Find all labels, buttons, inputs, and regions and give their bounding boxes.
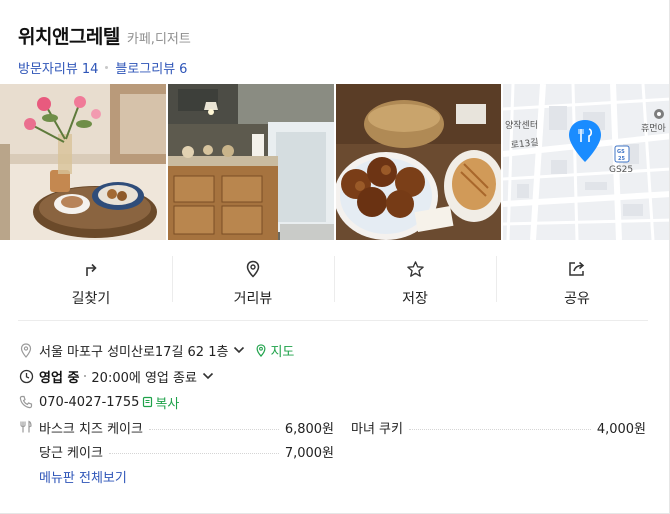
visitor-review-count: 14 xyxy=(81,62,99,77)
address-text[interactable]: 서울 마포구 성미산로17길 62 1층 xyxy=(39,341,228,360)
hours-text[interactable]: 20:00에 영업 종료 xyxy=(91,367,197,386)
share-icon xyxy=(566,258,588,280)
place-info: 서울 마포구 성미산로17길 62 1층 지도 영업 중 20:00에 영업 종… xyxy=(18,337,650,486)
menu-leader xyxy=(148,428,279,430)
map-link[interactable]: 지도 xyxy=(255,341,294,360)
phone-icon xyxy=(18,394,34,410)
chevron-down-icon[interactable] xyxy=(202,372,214,380)
directions-button[interactable]: 길찾기 xyxy=(10,252,172,310)
map-link-label: 지도 xyxy=(270,344,295,360)
chevron-down-icon[interactable] xyxy=(233,346,245,354)
share-button[interactable]: 공유 xyxy=(496,252,658,310)
blog-review-link[interactable]: 블로그리뷰 6 xyxy=(115,58,187,77)
map-label-gs25: GS25 xyxy=(609,165,633,175)
hours-row: 영업 중 20:00에 영업 종료 xyxy=(18,363,650,389)
copy-label: 복사 xyxy=(155,396,180,412)
place-category: 카페,디저트 xyxy=(126,32,191,47)
map-label-human: 휴먼아 xyxy=(641,123,667,134)
map-thumbnail[interactable]: 양작센터 로13길 휴먼아 GS 25 GS25 xyxy=(503,84,669,240)
menu-row: 바스크 치즈 케이크 6,800원 마녀 쿠키 4,000원 xyxy=(18,415,650,439)
directions-icon xyxy=(80,258,102,280)
phone-row: 070-4027-1755 복사 xyxy=(18,389,650,415)
save-label: 저장 xyxy=(402,291,428,307)
copy-icon xyxy=(143,396,153,408)
location-pin-icon xyxy=(18,342,34,358)
save-button[interactable]: 저장 xyxy=(334,252,496,310)
photo-cookies[interactable] xyxy=(335,84,502,240)
menu-item-price: 6,800원 xyxy=(284,421,334,437)
menu-item-name: 바스크 치즈 케이크 xyxy=(39,421,143,437)
review-links: 방문자리뷰 14 블로그리뷰 6 xyxy=(18,58,651,77)
photo-coffee-tray[interactable] xyxy=(0,84,166,240)
directions-label: 길찾기 xyxy=(71,291,111,307)
menu-item-name: 마녀 쿠키 xyxy=(351,421,403,437)
svg-text:GS: GS xyxy=(617,149,625,155)
separator-dot xyxy=(105,66,109,69)
share-label: 공유 xyxy=(564,291,590,307)
clock-icon xyxy=(18,368,34,384)
photo-strip: 양작센터 로13길 휴먼아 GS 25 GS25 xyxy=(0,84,669,240)
section-divider xyxy=(18,320,648,321)
menu-item-name: 당근 케이크 xyxy=(39,445,103,461)
menu-item: 바스크 치즈 케이크 6,800원 xyxy=(39,418,334,437)
blog-review-label: 블로그리뷰 xyxy=(115,62,176,77)
menu-row: 당근 케이크 7,000원 xyxy=(18,439,650,463)
svg-text:25: 25 xyxy=(618,156,625,162)
address-row: 서울 마포구 성미산로17길 62 1층 지도 xyxy=(18,337,650,363)
streetview-pin-icon xyxy=(242,258,264,280)
photo-cafe-counter[interactable] xyxy=(167,84,334,240)
menu-leader xyxy=(108,452,279,454)
full-menu-link[interactable]: 메뉴판 전체보기 xyxy=(39,467,127,486)
menu-item-price: 4,000원 xyxy=(596,421,646,437)
place-card: 위치앤그레텔 카페,디저트 방문자리뷰 14 블로그리뷰 6 양작센터 로13길… xyxy=(0,0,670,514)
place-header: 위치앤그레텔 카페,디저트 방문자리뷰 14 블로그리뷰 6 xyxy=(18,22,651,77)
place-title[interactable]: 위치앤그레텔 xyxy=(18,22,120,49)
action-bar: 길찾기 거리뷰 저장 공유 xyxy=(10,252,658,310)
star-icon xyxy=(404,258,426,280)
fork-knife-icon xyxy=(18,419,34,435)
visitor-review-label: 방문자리뷰 xyxy=(18,62,78,77)
menu-item: 마녀 쿠키 4,000원 xyxy=(351,418,646,437)
phone-number[interactable]: 070-4027-1755 xyxy=(39,395,139,410)
map-pin-small-icon xyxy=(256,343,266,357)
menu-leader xyxy=(408,428,591,430)
map-label-center: 양작센터 xyxy=(505,120,538,131)
open-status: 영업 중 xyxy=(39,370,80,386)
menu-item: 당근 케이크 7,000원 xyxy=(39,442,334,461)
streetview-label: 거리뷰 xyxy=(233,291,273,307)
copy-button[interactable]: 복사 xyxy=(142,393,179,412)
streetview-button[interactable]: 거리뷰 xyxy=(172,252,334,310)
blog-review-count: 6 xyxy=(179,62,188,77)
visitor-review-link[interactable]: 방문자리뷰 14 xyxy=(18,58,98,77)
separator-dot xyxy=(84,375,87,377)
menu-section: 바스크 치즈 케이크 6,800원 마녀 쿠키 4,000원 당근 케이크 7,… xyxy=(18,415,650,486)
menu-item-price: 7,000원 xyxy=(284,445,334,461)
